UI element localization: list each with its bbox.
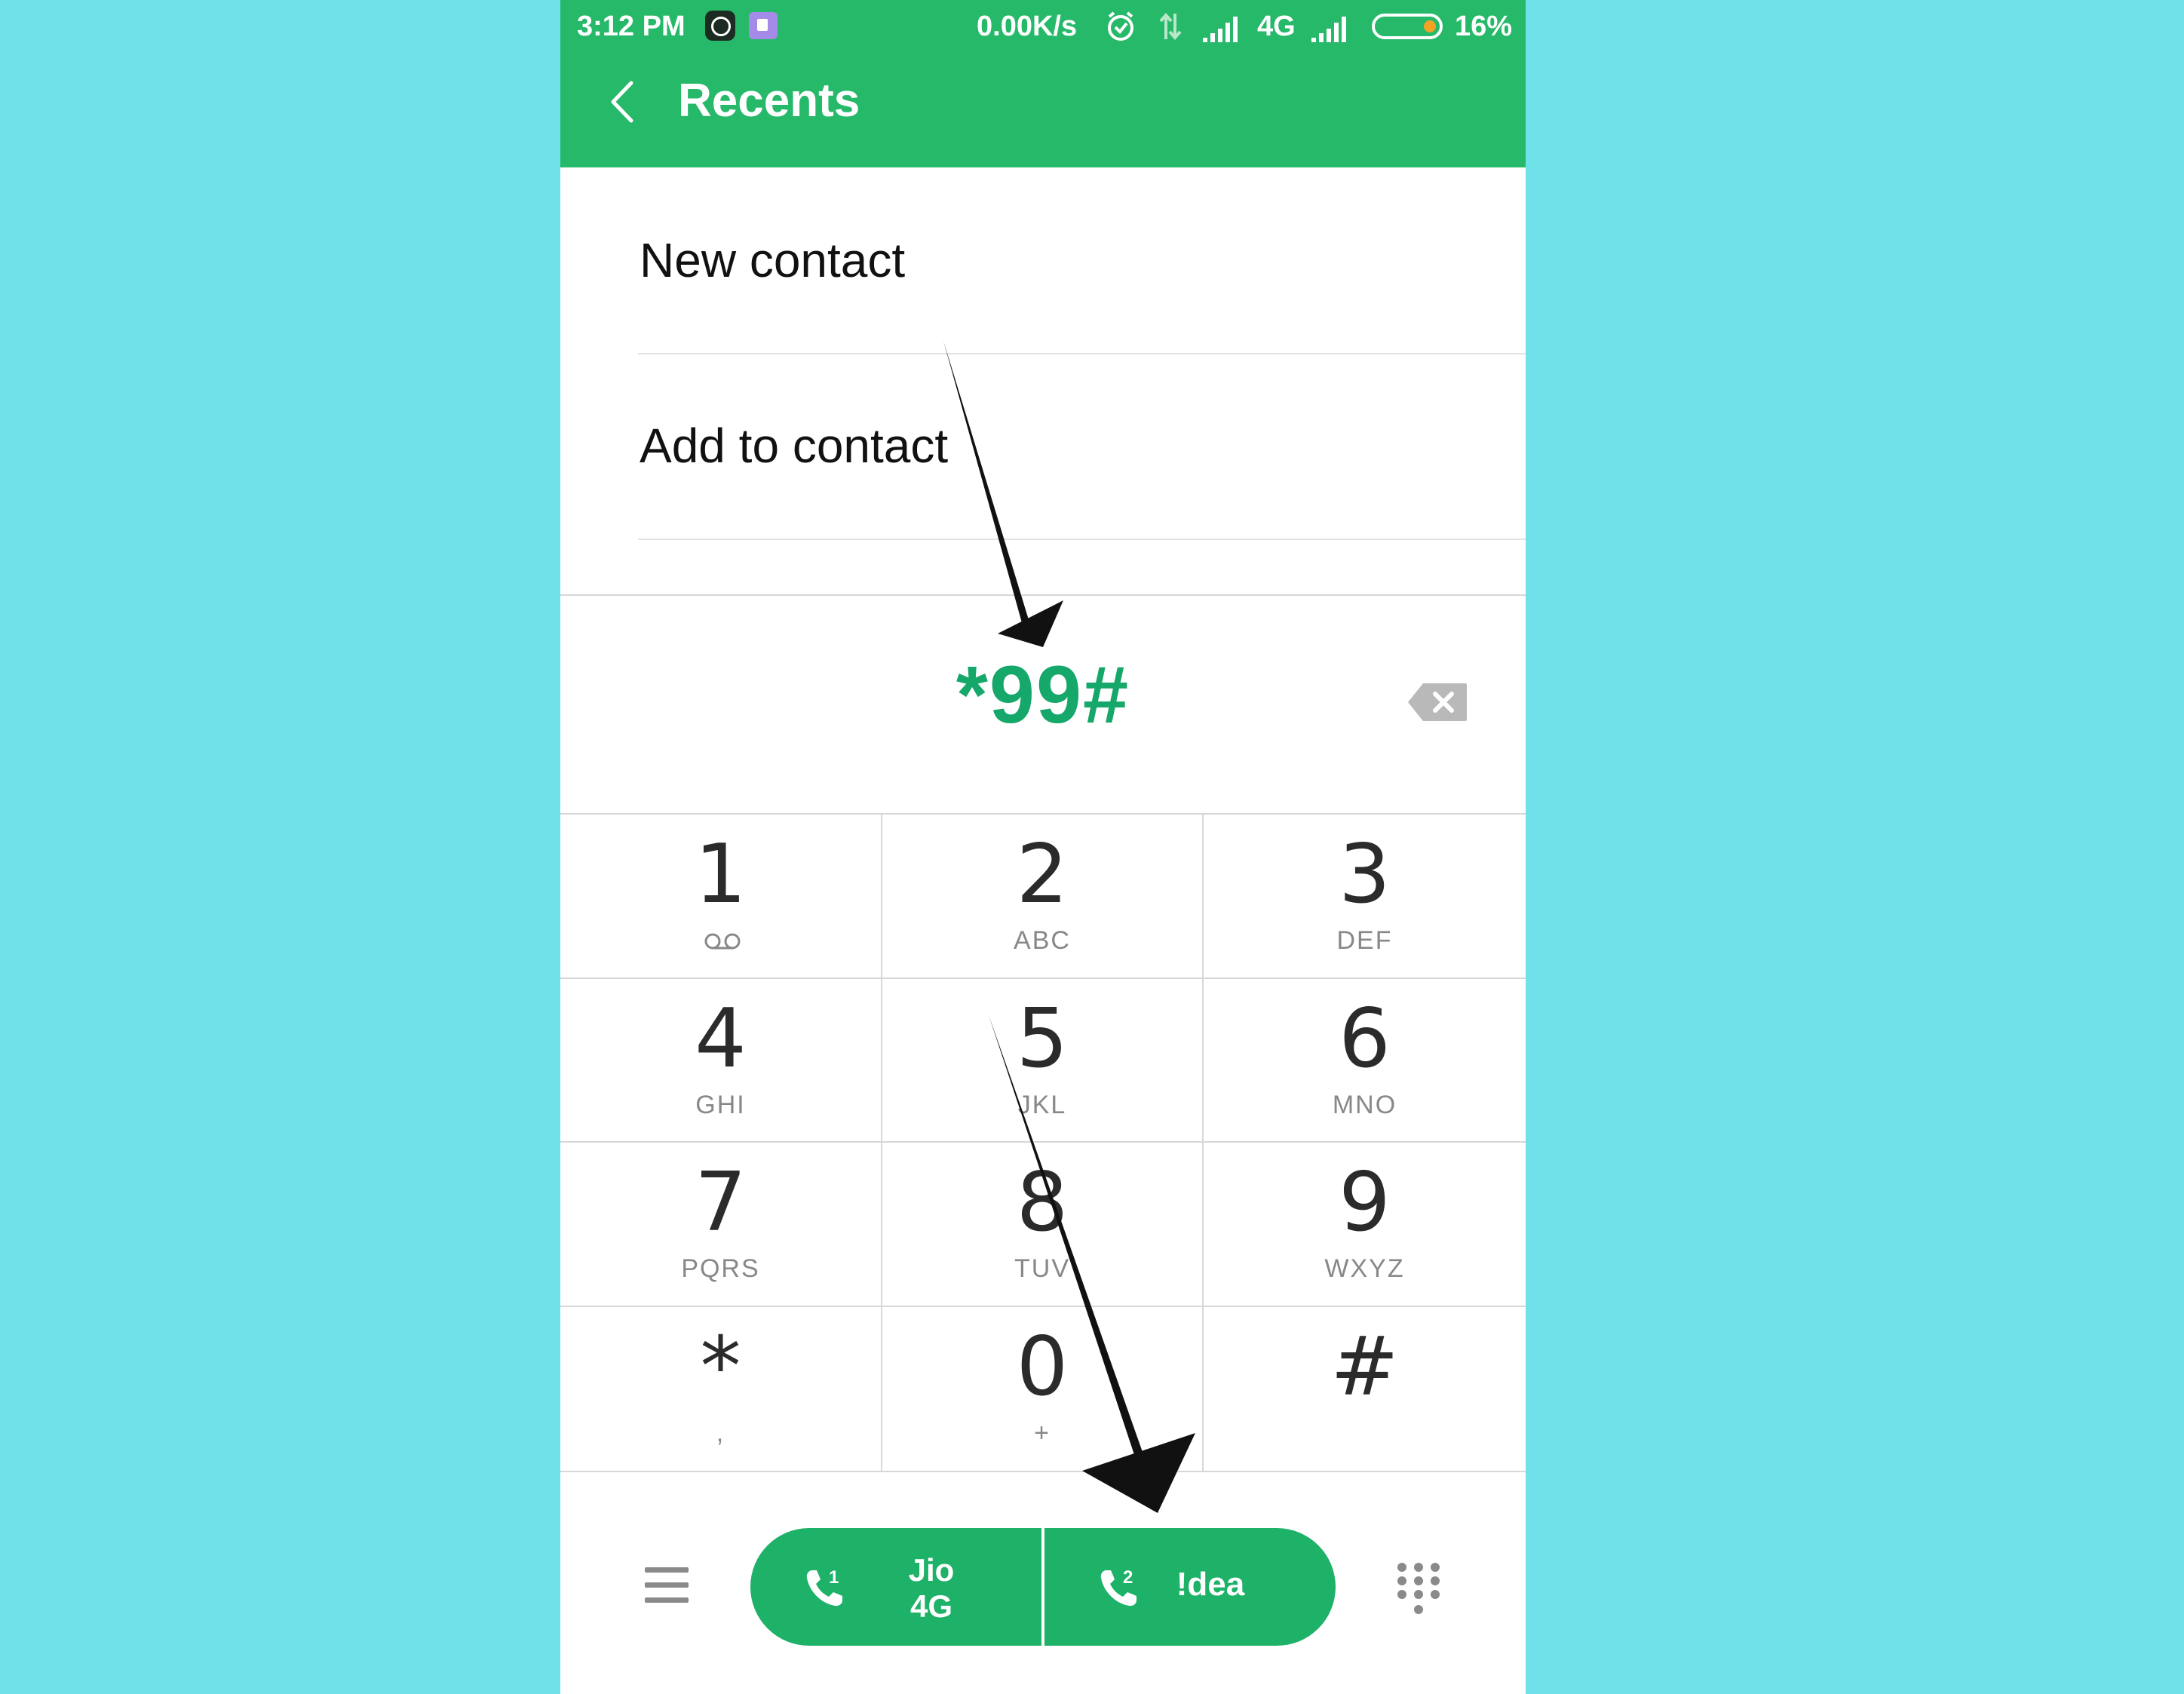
key-digit: 6 <box>1339 991 1391 1086</box>
app-notification-icon <box>749 12 778 39</box>
add-to-contact-label: Add to contact <box>640 419 949 473</box>
dialpad-grid-icon[interactable] <box>1396 1561 1441 1617</box>
key-digit: * <box>700 1319 741 1414</box>
new-contact-label: New contact <box>640 233 906 287</box>
sim-number: 2 <box>1123 1567 1133 1588</box>
key-2[interactable]: 2 ABC <box>882 815 1204 979</box>
sim-number: 1 <box>829 1567 839 1588</box>
hamburger-menu-icon[interactable] <box>645 1566 690 1605</box>
chevron-left-icon[interactable] <box>603 75 640 128</box>
phone-icon <box>806 1570 842 1607</box>
key-4[interactable]: 4 GHI <box>560 978 882 1143</box>
data-transfer-icon <box>1159 12 1182 41</box>
status-time: 3:12 PM <box>577 11 686 42</box>
divider <box>638 539 1526 540</box>
key-letters: WXYZ <box>1324 1254 1405 1283</box>
keypad: 1 2 ABC 3 DEF 4 GHI 5 JKL 6 MNO 7 PQRS 8… <box>560 813 1526 1472</box>
phone-screen: 3:12 PM 0.00K/s 4G 16% Recents New conta… <box>560 0 1526 1694</box>
key-digit: 1 <box>695 827 747 922</box>
backspace-icon[interactable] <box>1406 682 1468 723</box>
signal-strength-icon <box>1311 17 1346 42</box>
status-network-type: 4G <box>1257 11 1296 42</box>
key-3[interactable]: 3 DEF <box>1204 815 1526 979</box>
sim1-label: Jio 4G <box>908 1552 955 1624</box>
battery-icon <box>1372 14 1443 39</box>
call-sim2-button[interactable]: 2 !dea <box>1044 1528 1336 1646</box>
key-digit: 3 <box>1339 827 1391 922</box>
key-digit: # <box>1330 1319 1399 1414</box>
key-letters: MNO <box>1332 1090 1397 1119</box>
phone-icon <box>1100 1570 1136 1607</box>
signal-strength-icon <box>1203 17 1238 42</box>
page-title: Recents <box>678 75 860 127</box>
app-bar: 3:12 PM 0.00K/s 4G 16% Recents <box>560 0 1526 167</box>
key-digit: 2 <box>1016 827 1069 922</box>
alarm-icon <box>1108 11 1133 41</box>
call-sim1-button[interactable]: 1 Jio 4G <box>750 1528 1041 1646</box>
key-digit: 7 <box>695 1155 747 1250</box>
key-letters: ABC <box>1014 926 1071 955</box>
call-buttons: 1 Jio 4G 2 !dea <box>750 1528 1336 1646</box>
key-hash[interactable]: # <box>1204 1307 1526 1472</box>
key-7[interactable]: 7 PQRS <box>560 1143 882 1307</box>
divider <box>560 594 1526 596</box>
dialed-number[interactable]: *99# <box>560 647 1526 741</box>
key-letters: GHI <box>695 1090 746 1119</box>
key-letters: PQRS <box>681 1254 760 1283</box>
key-digit: 8 <box>1016 1155 1069 1250</box>
key-9[interactable]: 9 WXYZ <box>1204 1143 1526 1307</box>
key-star[interactable]: * , <box>560 1306 882 1471</box>
key-letters: JKL <box>1017 1090 1067 1119</box>
key-letters: + <box>1034 1418 1051 1447</box>
key-letters: TUV <box>1014 1254 1070 1283</box>
key-digit: 0 <box>1016 1319 1069 1414</box>
key-letters: DEF <box>1336 926 1393 955</box>
key-digit: 4 <box>695 991 747 1086</box>
key-1[interactable]: 1 <box>560 815 882 979</box>
status-battery-percent: 16% <box>1455 11 1513 42</box>
key-digit: 9 <box>1339 1155 1391 1250</box>
new-contact-item[interactable]: New contact <box>560 167 1526 353</box>
add-to-contact-item[interactable]: Add to contact <box>560 353 1526 539</box>
key-digit: 5 <box>1016 991 1069 1086</box>
key-8[interactable]: 8 TUV <box>882 1143 1204 1307</box>
whatsapp-notification-icon <box>705 11 735 41</box>
key-letters: , <box>716 1418 725 1447</box>
key-0[interactable]: 0 + <box>882 1306 1204 1471</box>
voicemail-icon <box>704 933 741 950</box>
key-5[interactable]: 5 JKL <box>882 978 1204 1143</box>
sim2-label: !dea <box>1176 1566 1245 1603</box>
key-6[interactable]: 6 MNO <box>1204 979 1526 1143</box>
status-network-speed: 0.00K/s <box>977 11 1078 42</box>
